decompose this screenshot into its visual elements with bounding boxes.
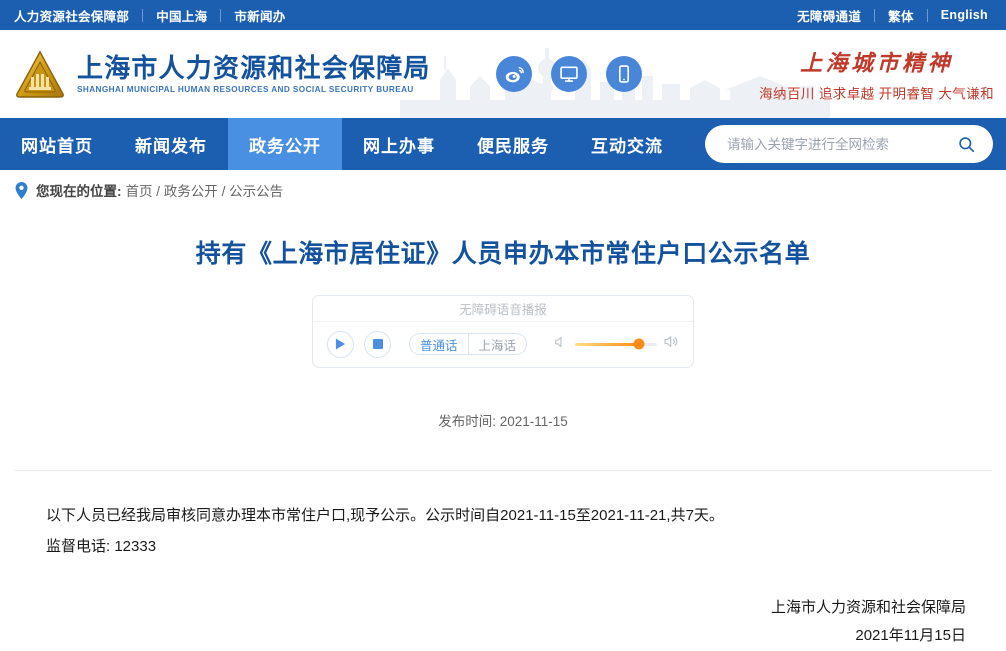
nav-item-government-disclosure[interactable]: 政务公开 — [228, 118, 342, 170]
topbar-left-links: 人力资源社会保障部 中国上海 市新闻办 — [14, 6, 299, 25]
signature-organization: 上海市人力资源和社会保障局 — [770, 599, 966, 617]
site-header: 上海市人力资源和社会保障局 SHANGHAI MUNICIPAL HUMAN R… — [0, 30, 1006, 118]
signature-date: 2021年11月15日 — [855, 627, 966, 644]
main-navigation: 网站首页 新闻发布 政务公开 网上办事 便民服务 互动交流 — [0, 118, 1006, 170]
breadcrumb: 您现在的位置: 首页 / 政务公开 / 公示公告 — [0, 170, 1006, 210]
volume-mute-icon[interactable] — [554, 335, 568, 354]
social-icon-group — [496, 56, 642, 92]
nav-item-online-services[interactable]: 网上办事 — [342, 118, 456, 170]
play-icon[interactable] — [327, 330, 354, 358]
volume-slider-knob[interactable] — [633, 338, 645, 350]
breadcrumb-path: 首页 / 政务公开 / 公示公告 — [126, 180, 284, 200]
city-spirit-title: 上海城市精神 — [800, 50, 954, 76]
breadcrumb-item-announcements[interactable]: 公示公告 — [229, 184, 283, 199]
search-icon[interactable] — [955, 133, 977, 155]
desktop-icon[interactable] — [551, 56, 587, 92]
dialect-option-shanghainese[interactable]: 上海话 — [467, 334, 527, 355]
nav-item-news[interactable]: 新闻发布 — [114, 118, 228, 170]
page-title: 持有《上海市居住证》人员申办本市常住户口公示名单 — [195, 240, 811, 268]
signature-block: 上海市人力资源和社会保障局 2021年11月15日 — [14, 594, 992, 650]
weibo-icon[interactable] — [496, 56, 532, 92]
audio-player-header: 无障碍语音播报 — [313, 296, 693, 322]
volume-control — [554, 334, 679, 354]
topbar-link-china-shanghai[interactable]: 中国上海 — [143, 6, 220, 25]
publish-date: 发布时间: 2021-11-15 — [438, 413, 568, 429]
article-container: 持有《上海市居住证》人员申办本市常住户口公示名单 无障碍语音播报 普通话 上海话 — [0, 238, 1006, 651]
breadcrumb-separator: / — [156, 184, 161, 199]
nav-item-interaction[interactable]: 互动交流 — [570, 118, 684, 170]
city-spirit-subtitle: 海纳百川 追求卓越 开明睿智 大气谦和 — [759, 86, 994, 102]
nav-item-public-services[interactable]: 便民服务 — [456, 118, 570, 170]
nav-item-home[interactable]: 网站首页 — [0, 118, 114, 170]
mobile-icon[interactable] — [606, 56, 642, 92]
breadcrumb-item-disclosure[interactable]: 政务公开 — [164, 184, 218, 199]
city-spirit-block: 上海城市精神 海纳百川 追求卓越 开明睿智 大气谦和 — [759, 46, 994, 103]
volume-high-icon[interactable] — [664, 334, 679, 354]
topbar-link-mohrss[interactable]: 人力资源社会保障部 — [14, 6, 142, 25]
topbar-link-english[interactable]: English — [928, 8, 988, 22]
logo-title-en: SHANGHAI MUNICIPAL HUMAN RESOURCES AND S… — [77, 85, 414, 95]
dialect-option-mandarin[interactable]: 普通话 — [410, 334, 468, 354]
content-divider — [14, 469, 992, 471]
article-body: 以下人员已经我局审核同意办理本市常住户口,现予公示。公示时间自2021-11-1… — [14, 501, 992, 563]
accessibility-audio-player: 无障碍语音播报 普通话 上海话 — [312, 294, 694, 368]
search-box — [705, 125, 993, 163]
topbar-link-press-office[interactable]: 市新闻办 — [221, 6, 298, 25]
search-input[interactable] — [727, 136, 955, 152]
nav-item-list: 网站首页 新闻发布 政务公开 网上办事 便民服务 互动交流 — [0, 118, 684, 170]
audio-player-controls: 普通话 上海话 — [313, 322, 693, 367]
breadcrumb-separator: / — [221, 184, 226, 199]
breadcrumb-item-home[interactable]: 首页 — [126, 184, 153, 199]
topbar-link-accessibility[interactable]: 无障碍通道 — [784, 6, 874, 25]
article-paragraph: 以下人员已经我局审核同意办理本市常住户口,现予公示。公示时间自2021-11-1… — [46, 506, 724, 524]
dialect-toggle: 普通话 上海话 — [409, 333, 528, 356]
location-pin-icon — [14, 181, 29, 199]
topbar-right-links: 无障碍通道 繁体 English — [784, 6, 988, 25]
breadcrumb-label: 您现在的位置: — [36, 184, 122, 199]
top-utility-bar: 人力资源社会保障部 中国上海 市新闻办 无障碍通道 繁体 English — [0, 0, 1006, 30]
bureau-emblem-icon — [16, 50, 64, 98]
volume-slider[interactable] — [575, 338, 657, 350]
stop-icon[interactable] — [364, 330, 391, 358]
logo-title-cn: 上海市人力资源和社会保障局 — [77, 52, 431, 83]
site-logo[interactable]: 上海市人力资源和社会保障局 SHANGHAI MUNICIPAL HUMAN R… — [14, 49, 431, 99]
topbar-link-traditional[interactable]: 繁体 — [875, 6, 927, 25]
article-paragraph: 监督电话: 12333 — [46, 537, 157, 555]
